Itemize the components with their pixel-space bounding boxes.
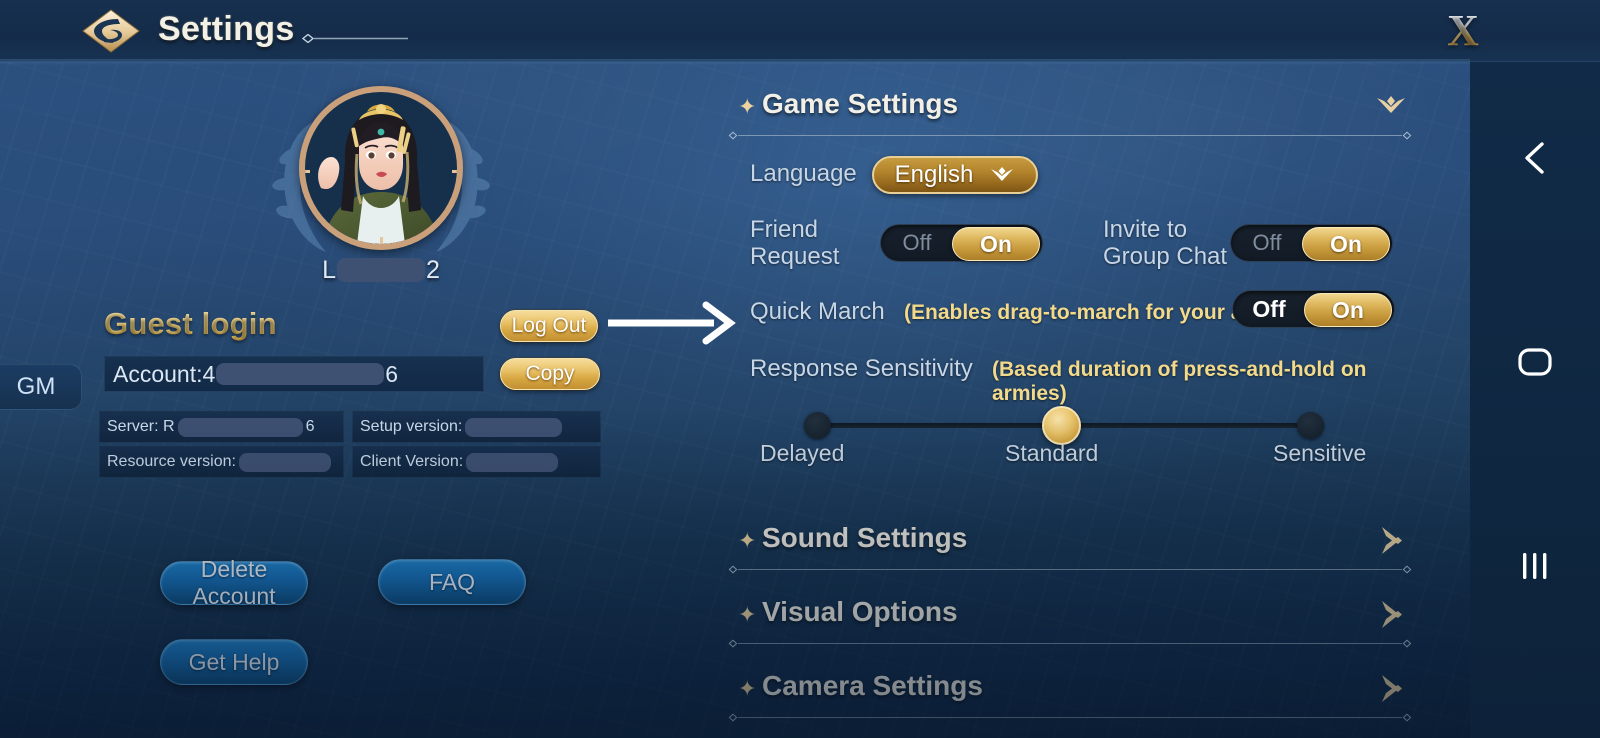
version-redaction	[466, 452, 559, 472]
settings-screen: Settings X L 2 Guest login Log Out Accou…	[0, 0, 1600, 738]
recents-button[interactable]	[1470, 534, 1600, 598]
toggle-off-label: Off	[902, 230, 932, 255]
language-value: English	[894, 161, 974, 188]
slider-labels: Delayed Standard Sensitive	[728, 440, 1412, 470]
invite-group-chat-label-line2: Group Chat	[1103, 243, 1228, 270]
response-sensitivity-hint: (Based duration of press-and-hold on arm…	[992, 358, 1367, 405]
page-title: Settings	[158, 10, 295, 48]
slider-label-sensitive: Sensitive	[1273, 440, 1367, 466]
avatar[interactable]	[299, 86, 463, 250]
title-bar: Settings X	[0, 0, 1600, 65]
rounded-square-icon	[1518, 348, 1552, 376]
log-out-button[interactable]: Log Out	[500, 310, 598, 342]
toggle-on-knob: On	[1302, 227, 1390, 261]
slider-stop-delayed[interactable]	[804, 412, 831, 439]
delete-account-button[interactable]: Delete Account	[160, 556, 308, 609]
titlebar-sheen	[0, 59, 1470, 65]
section-divider	[728, 713, 1412, 722]
avatar-block: L 2	[256, 86, 506, 286]
version-redaction	[177, 417, 303, 437]
version-redaction	[465, 417, 563, 437]
account-suffix: 6	[385, 360, 399, 387]
home-button[interactable]	[1470, 330, 1600, 394]
ring-tick	[380, 237, 383, 244]
copy-button[interactable]: Copy	[500, 358, 600, 390]
version-cell-server: Server: R 6	[99, 411, 344, 443]
chevron-right-icon[interactable]	[1374, 600, 1408, 630]
ring-tick	[452, 170, 457, 173]
response-sensitivity-label: Response Sensitivity	[750, 355, 973, 382]
version-label: Resource version:	[107, 453, 236, 470]
account-redaction	[216, 363, 385, 385]
chevron-right-icon[interactable]	[1374, 674, 1408, 704]
player-portrait-icon	[305, 92, 457, 244]
section-divider	[728, 565, 1412, 574]
chevron-down-icon[interactable]	[1374, 92, 1408, 122]
player-name-prefix: L	[322, 255, 336, 284]
slider-stop-sensitive[interactable]	[1297, 412, 1324, 439]
slider-label-standard: Standard	[1005, 440, 1099, 466]
toggle-on-knob: On	[952, 227, 1040, 261]
toggle-off-label: Off	[1252, 230, 1282, 255]
section-title: Camera Settings	[762, 670, 983, 701]
quick-march-toggle[interactable]: Off On	[1232, 290, 1395, 328]
version-info-grid: Server: R 6 Setup version: Resource vers…	[99, 411, 601, 479]
three-bars-icon	[1523, 553, 1547, 579]
player-name: L 2	[299, 256, 463, 284]
language-label: Language	[750, 160, 857, 187]
slider-label-delayed: Delayed	[760, 440, 845, 466]
toggle-off-label: Off	[1252, 295, 1286, 322]
player-name-redaction	[337, 258, 425, 282]
friend-request-label-line1: Friend	[750, 216, 819, 243]
version-cell-resource: Resource version:	[99, 446, 344, 478]
version-redaction	[238, 452, 331, 472]
section-divider	[728, 131, 1412, 140]
section-title: Visual Options	[762, 596, 958, 627]
version-label: Setup version:	[360, 418, 463, 435]
account-row: Account:4 6	[104, 356, 484, 392]
section-header-game-settings[interactable]: ✦ Game Settings	[728, 84, 1412, 140]
chevron-down-icon	[991, 167, 1014, 181]
section-header-visual-options[interactable]: ✦ Visual Options	[728, 592, 1412, 648]
version-cell-setup: Setup version:	[352, 411, 601, 443]
sparkle-icon: ✦	[738, 602, 757, 627]
get-help-button[interactable]: Get Help	[160, 639, 308, 685]
invite-group-chat-toggle[interactable]: Off On	[1230, 224, 1393, 262]
chevron-left-icon	[1525, 142, 1544, 174]
sparkle-icon: ✦	[738, 528, 757, 553]
sparkle-icon: ✦	[738, 94, 757, 119]
arrow-right-icon	[608, 301, 736, 345]
quick-march-label: Quick March	[750, 298, 885, 325]
language-dropdown[interactable]: English	[872, 156, 1038, 194]
close-icon[interactable]: X	[1436, 6, 1490, 56]
section-divider	[728, 639, 1412, 648]
account-label: Account:4	[113, 360, 216, 387]
toggle-on-knob: On	[1304, 293, 1392, 327]
faq-button[interactable]: FAQ	[378, 559, 526, 605]
friend-request-label-line2: Request	[750, 243, 840, 270]
gm-badge[interactable]: GM	[0, 364, 82, 410]
friend-request-toggle[interactable]: Off On	[880, 224, 1043, 262]
settings-panel: ✦ Game Settings Language English Friend …	[728, 84, 1412, 724]
section-title: Game Settings	[762, 88, 959, 119]
title-divider	[301, 30, 408, 44]
version-label: Server: R	[107, 418, 175, 435]
invite-group-chat-label-line1: Invite to	[1103, 216, 1188, 243]
chevron-right-icon[interactable]	[1374, 526, 1408, 556]
sparkle-icon: ✦	[738, 676, 757, 701]
version-label: Client Version:	[360, 453, 464, 470]
player-name-suffix: 2	[426, 255, 440, 284]
section-header-sound-settings[interactable]: ✦ Sound Settings	[728, 518, 1412, 574]
version-cell-client: Client Version:	[352, 446, 601, 478]
login-type-label: Guest login	[104, 306, 277, 341]
diamond-emblem-icon	[80, 8, 142, 54]
back-button[interactable]	[1470, 126, 1600, 190]
android-nav-rail	[1470, 62, 1600, 738]
version-suffix: 6	[305, 418, 315, 435]
section-title: Sound Settings	[762, 522, 968, 553]
ring-tick	[305, 170, 310, 173]
section-header-camera-settings[interactable]: ✦ Camera Settings	[728, 666, 1412, 722]
